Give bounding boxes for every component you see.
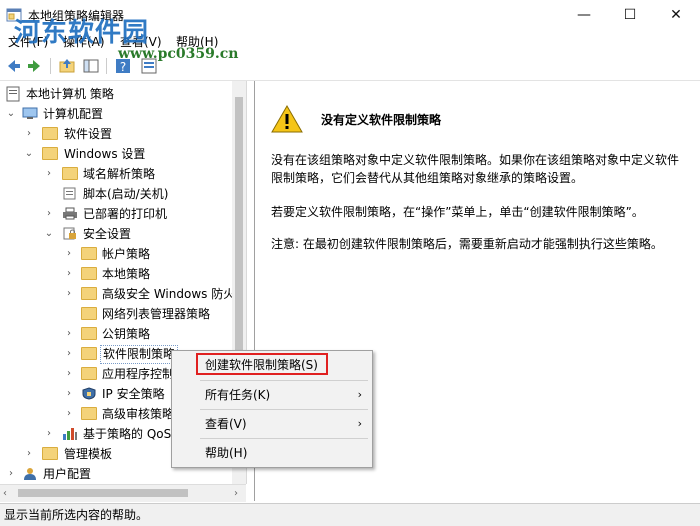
chevron-right-icon[interactable]: › [64,324,74,344]
chevron-right-icon[interactable]: › [64,284,74,304]
menu-view[interactable]: 查看(V) [120,33,162,50]
policy-document-icon [6,86,20,102]
show-tree-icon[interactable] [82,57,100,75]
pane-title: 没有定义软件限制策略 [321,113,442,127]
context-item-view[interactable]: 查看(V) › [172,412,372,436]
folder-icon [81,307,97,320]
computer-icon [22,107,38,119]
close-button[interactable]: ✕ [653,0,699,30]
chevron-right-icon[interactable]: › [44,164,54,184]
folder-icon [42,447,58,460]
security-lock-icon [63,227,76,240]
context-menu: 创建软件限制策略(S) 所有任务(K) › 查看(V) › 帮助(H) [171,350,373,468]
window-title: 本地组策略编辑器 [28,9,125,23]
folder-icon [42,127,58,140]
script-icon [63,187,76,200]
title-bar: 本地组策略编辑器 — ☐ ✕ [0,0,700,30]
back-arrow-icon[interactable] [4,57,22,75]
scroll-left-icon[interactable]: ‹ [3,485,7,502]
context-item-help[interactable]: 帮助(H) [172,441,372,465]
tree-horizontal-scrollbar[interactable]: ‹ › [0,484,246,502]
folder-icon [81,407,97,420]
app-icon [6,8,22,22]
maximize-button[interactable]: ☐ [607,0,653,30]
chevron-right-icon[interactable]: › [44,424,54,444]
scroll-right-icon[interactable]: › [234,485,238,502]
chevron-right-icon[interactable]: › [64,404,74,424]
scrollbar-thumb[interactable] [18,489,188,497]
chevron-right-icon[interactable]: › [64,264,74,284]
folder-icon [81,367,97,380]
qos-chart-icon [63,428,77,440]
pane-paragraph-1: 没有在该组策略对象中定义软件限制策略。如果你在该组策略对象中定义软件限制策略，它… [271,153,680,185]
chevron-right-icon[interactable]: › [6,464,16,484]
chevron-down-icon[interactable]: ⌄ [44,224,54,244]
menu-action[interactable]: 操作(A) [63,33,105,50]
chevron-right-icon[interactable]: › [64,244,74,264]
properties-icon[interactable] [140,57,158,75]
folder-icon [42,147,58,160]
chevron-down-icon[interactable]: ⌄ [24,144,34,164]
menu-separator [200,409,368,410]
folder-icon [81,267,97,280]
submenu-arrow-icon: › [357,417,362,430]
status-bar: 显示当前所选内容的帮助。 [0,503,700,526]
menu-separator [200,380,368,381]
highlight-box [196,353,328,375]
toolbar-separator [50,58,51,74]
warning-icon [271,105,303,133]
chevron-down-icon[interactable]: ⌄ [6,104,16,124]
up-folder-icon[interactable] [58,57,76,75]
folder-icon [81,327,97,340]
folder-icon [62,167,78,180]
chevron-right-icon[interactable]: › [64,384,74,404]
user-icon [24,468,36,480]
chevron-right-icon[interactable]: › [64,344,74,364]
menu-help[interactable]: 帮助(H) [176,33,218,50]
chevron-right-icon[interactable]: › [44,204,54,224]
pane-paragraph-3: 注意: 在最初创建软件限制策略后，需要重新启动才能强制执行这些策略。 [271,237,663,251]
pane-paragraph-2: 若要定义软件限制策略，在“操作”菜单上，单击“创建软件限制策略”。 [271,205,644,219]
menu-bar: 文件(F) 操作(A) 查看(V) 帮助(H) [0,30,700,52]
scrollbar-thumb[interactable] [235,97,243,357]
menu-separator [200,438,368,439]
menu-file[interactable]: 文件(F) [8,33,48,50]
printer-icon [63,207,77,220]
folder-icon [81,247,97,260]
toolbar: ? [0,52,700,81]
forward-arrow-icon[interactable] [26,57,44,75]
chevron-right-icon[interactable]: › [24,444,34,464]
help-icon[interactable]: ? [114,57,132,75]
toolbar-separator [106,58,107,74]
context-item-all-tasks[interactable]: 所有任务(K) › [172,383,372,407]
minimize-button[interactable]: — [561,0,607,30]
submenu-arrow-icon: › [357,388,362,401]
chevron-right-icon[interactable]: › [24,124,34,144]
folder-icon [81,287,97,300]
chevron-right-icon[interactable]: › [64,364,74,384]
ip-security-icon [82,387,96,400]
folder-icon [81,347,97,360]
svg-text:?: ? [120,60,126,74]
